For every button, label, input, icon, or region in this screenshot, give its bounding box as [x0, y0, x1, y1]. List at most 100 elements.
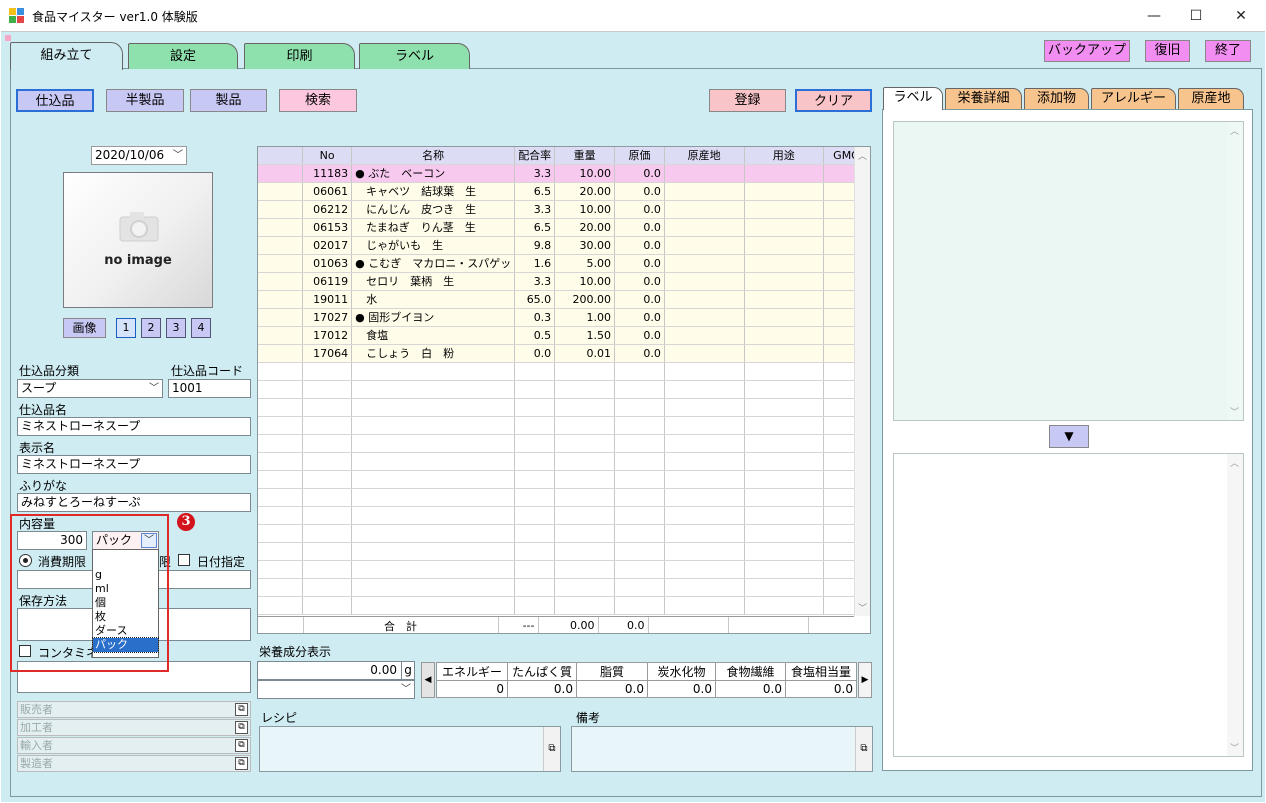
empty-cell[interactable]	[258, 560, 304, 579]
cell-no[interactable]: 11183	[302, 164, 353, 183]
empty-cell[interactable]	[351, 362, 516, 381]
grid-header-cell[interactable]: 配合率	[514, 147, 556, 165]
exit-button[interactable]: 終了	[1205, 40, 1251, 62]
cell-rate[interactable]: 1.6	[514, 254, 556, 273]
empty-cell[interactable]	[258, 452, 304, 471]
empty-cell[interactable]	[351, 488, 516, 507]
recipe-input[interactable]: ⧉	[259, 726, 561, 772]
empty-cell[interactable]	[554, 452, 616, 471]
grid-header-cell[interactable]: 重量	[554, 147, 616, 165]
empty-row[interactable]	[258, 578, 870, 597]
empty-cell[interactable]	[664, 362, 745, 381]
empty-cell[interactable]	[664, 524, 745, 543]
scroll-up-icon[interactable]: ︿	[858, 149, 867, 162]
empty-cell[interactable]	[614, 578, 665, 597]
grid-scrollbar[interactable]: ︿ ﹀	[854, 147, 870, 616]
tab-label-preview[interactable]: ラベル	[883, 87, 943, 110]
empty-cell[interactable]	[664, 380, 745, 399]
empty-cell[interactable]	[351, 434, 516, 453]
image-page-2[interactable]: 2	[141, 318, 161, 338]
cell-no[interactable]: 19011	[302, 290, 353, 309]
cell-rate[interactable]: 3.3	[514, 164, 556, 183]
empty-cell[interactable]	[302, 362, 353, 381]
table-row[interactable]: 17027 ● 固形ブイヨン 0.3 1.00 0.0	[258, 308, 870, 327]
empty-row[interactable]	[258, 470, 870, 489]
empty-cell[interactable]	[614, 506, 665, 525]
date-select[interactable]: 2020/10/06 ﹀	[91, 146, 187, 165]
empty-row[interactable]	[258, 416, 870, 435]
empty-cell[interactable]	[744, 524, 825, 543]
empty-cell[interactable]	[351, 578, 516, 597]
cell-rate[interactable]: 0.5	[514, 326, 556, 345]
cell-weight[interactable]: 0.01	[554, 344, 616, 363]
cell-name[interactable]: 食塩	[351, 326, 516, 345]
empty-cell[interactable]	[554, 524, 616, 543]
empty-cell[interactable]	[258, 506, 304, 525]
category-select[interactable]: スープ ﹀	[17, 379, 163, 398]
tab-label[interactable]: ラベル	[359, 43, 470, 69]
empty-cell[interactable]	[302, 434, 353, 453]
empty-cell[interactable]	[302, 578, 353, 597]
backup-button[interactable]: バックアップ	[1044, 40, 1130, 62]
empty-row[interactable]	[258, 542, 870, 561]
cell-rate[interactable]: 0.0	[514, 344, 556, 363]
empty-cell[interactable]	[744, 488, 825, 507]
label-text-area[interactable]: ︿ ﹀	[893, 453, 1244, 757]
row-header-cell[interactable]	[258, 200, 304, 219]
empty-cell[interactable]	[514, 524, 556, 543]
cell-cost[interactable]: 0.0	[614, 164, 665, 183]
empty-cell[interactable]	[744, 470, 825, 489]
empty-cell[interactable]	[664, 398, 745, 417]
empty-cell[interactable]	[614, 434, 665, 453]
empty-cell[interactable]	[744, 542, 825, 561]
empty-cell[interactable]	[664, 452, 745, 471]
empty-cell[interactable]	[514, 560, 556, 579]
empty-cell[interactable]	[614, 488, 665, 507]
empty-cell[interactable]	[554, 398, 616, 417]
empty-cell[interactable]	[744, 380, 825, 399]
empty-cell[interactable]	[744, 434, 825, 453]
empty-cell[interactable]	[258, 362, 304, 381]
empty-cell[interactable]	[258, 542, 304, 561]
image-page-1[interactable]: 1	[116, 318, 136, 338]
furigana-input[interactable]: みねすとろーねすーぷ	[17, 493, 251, 512]
empty-cell[interactable]	[744, 452, 825, 471]
grid-header-cell[interactable]: 名称	[351, 147, 516, 165]
date-spec-checkbox[interactable]	[178, 554, 190, 566]
cell-cost[interactable]: 0.0	[614, 326, 665, 345]
grid-header-cell[interactable]: 原産地	[664, 147, 745, 165]
empty-cell[interactable]	[664, 470, 745, 489]
cell-rate[interactable]: 6.5	[514, 218, 556, 237]
cell-usage[interactable]	[744, 236, 825, 255]
empty-cell[interactable]	[302, 524, 353, 543]
empty-cell[interactable]	[554, 596, 616, 615]
empty-cell[interactable]	[554, 560, 616, 579]
cell-weight[interactable]: 20.00	[554, 182, 616, 201]
empty-cell[interactable]	[351, 524, 516, 543]
expand-down-button[interactable]: ▼	[1049, 425, 1089, 448]
tab-print[interactable]: 印刷	[244, 43, 355, 69]
cell-cost[interactable]: 0.0	[614, 236, 665, 255]
empty-cell[interactable]	[554, 488, 616, 507]
cell-name[interactable]: にんじん 皮つき 生	[351, 200, 516, 219]
empty-cell[interactable]	[554, 434, 616, 453]
cell-cost[interactable]: 0.0	[614, 272, 665, 291]
empty-cell[interactable]	[614, 362, 665, 381]
empty-cell[interactable]	[514, 578, 556, 597]
empty-cell[interactable]	[554, 542, 616, 561]
empty-cell[interactable]	[514, 434, 556, 453]
empty-cell[interactable]	[351, 596, 516, 615]
cell-usage[interactable]	[744, 200, 825, 219]
row-header-cell[interactable]	[258, 290, 304, 309]
cell-weight[interactable]: 1.50	[554, 326, 616, 345]
cell-origin[interactable]	[664, 200, 745, 219]
cell-rate[interactable]: 3.3	[514, 272, 556, 291]
cell-weight[interactable]: 10.00	[554, 200, 616, 219]
table-row[interactable]: 17064 こしょう 白 粉 0.0 0.01 0.0	[258, 344, 870, 363]
image-button[interactable]: 画像	[63, 318, 106, 338]
scroll-up-icon[interactable]: ︿	[1230, 456, 1239, 469]
empty-cell[interactable]	[514, 452, 556, 471]
cell-name[interactable]: ● こむぎ マカロニ・スパゲッ	[351, 254, 516, 273]
empty-cell[interactable]	[744, 506, 825, 525]
empty-cell[interactable]	[514, 398, 556, 417]
